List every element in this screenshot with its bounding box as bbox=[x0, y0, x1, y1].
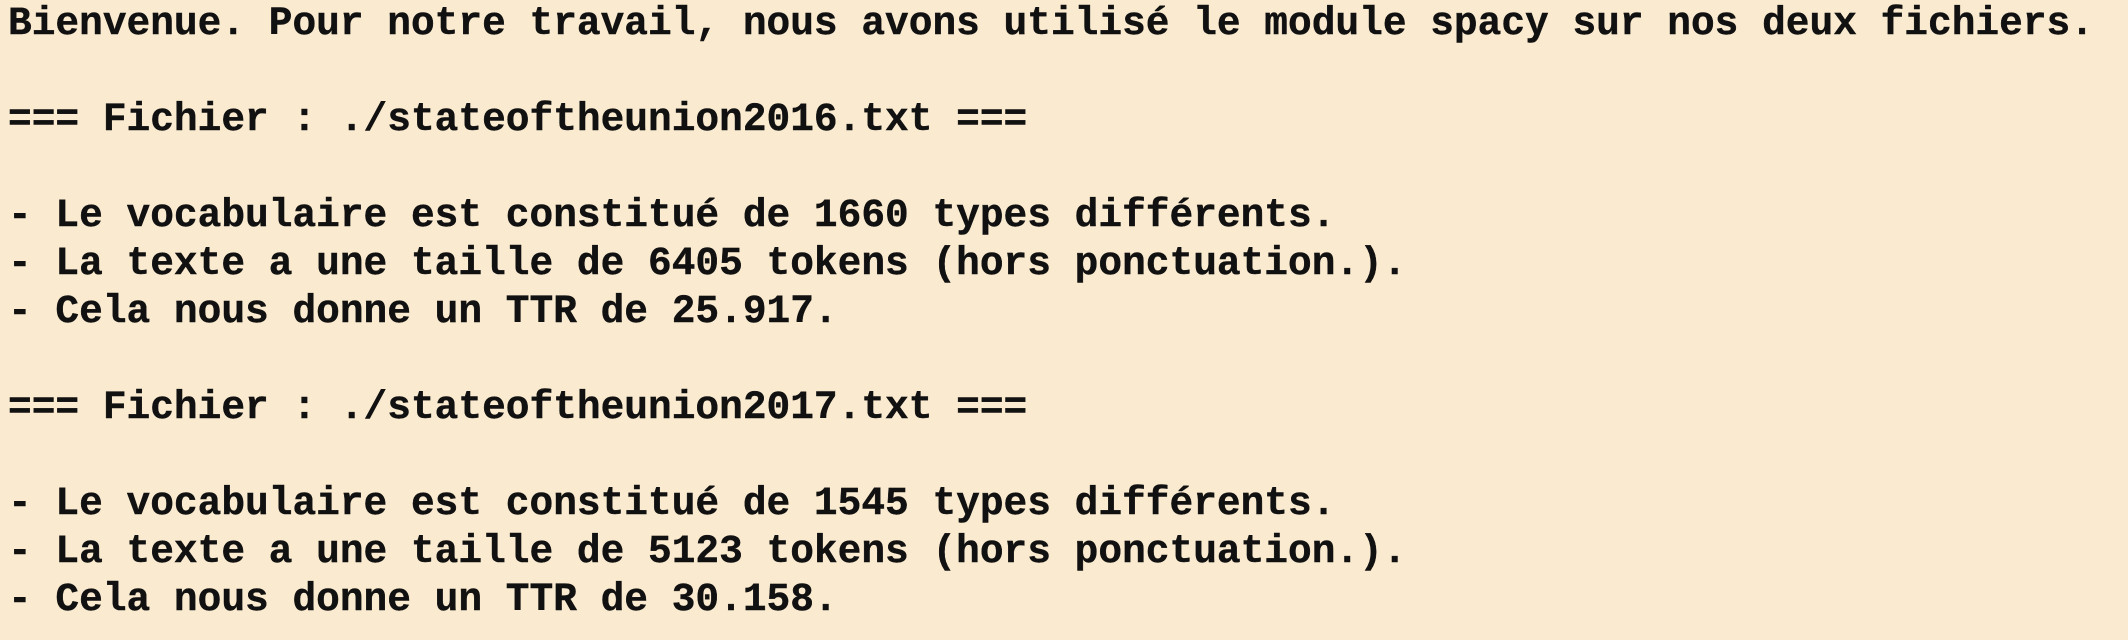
ttr-line-2017: - Cela nous donne un TTR de 30.158. bbox=[8, 577, 838, 622]
vocab-line-2017: - Le vocabulaire est constitué de 1545 t… bbox=[8, 481, 1336, 526]
intro-line: Bienvenue. Pour notre travail, nous avon… bbox=[8, 1, 2094, 46]
ttr-line-2016: - Cela nous donne un TTR de 25.917. bbox=[8, 289, 838, 334]
file-header-2017: === Fichier : ./stateoftheunion2017.txt … bbox=[8, 385, 1028, 430]
size-line-2017: - La texte a une taille de 5123 tokens (… bbox=[8, 529, 1407, 574]
file-header-2016: === Fichier : ./stateoftheunion2016.txt … bbox=[8, 97, 1028, 142]
vocab-line-2016: - Le vocabulaire est constitué de 1660 t… bbox=[8, 193, 1336, 238]
terminal-output: Bienvenue. Pour notre travail, nous avon… bbox=[8, 0, 2120, 640]
size-line-2016: - La texte a une taille de 6405 tokens (… bbox=[8, 241, 1407, 286]
